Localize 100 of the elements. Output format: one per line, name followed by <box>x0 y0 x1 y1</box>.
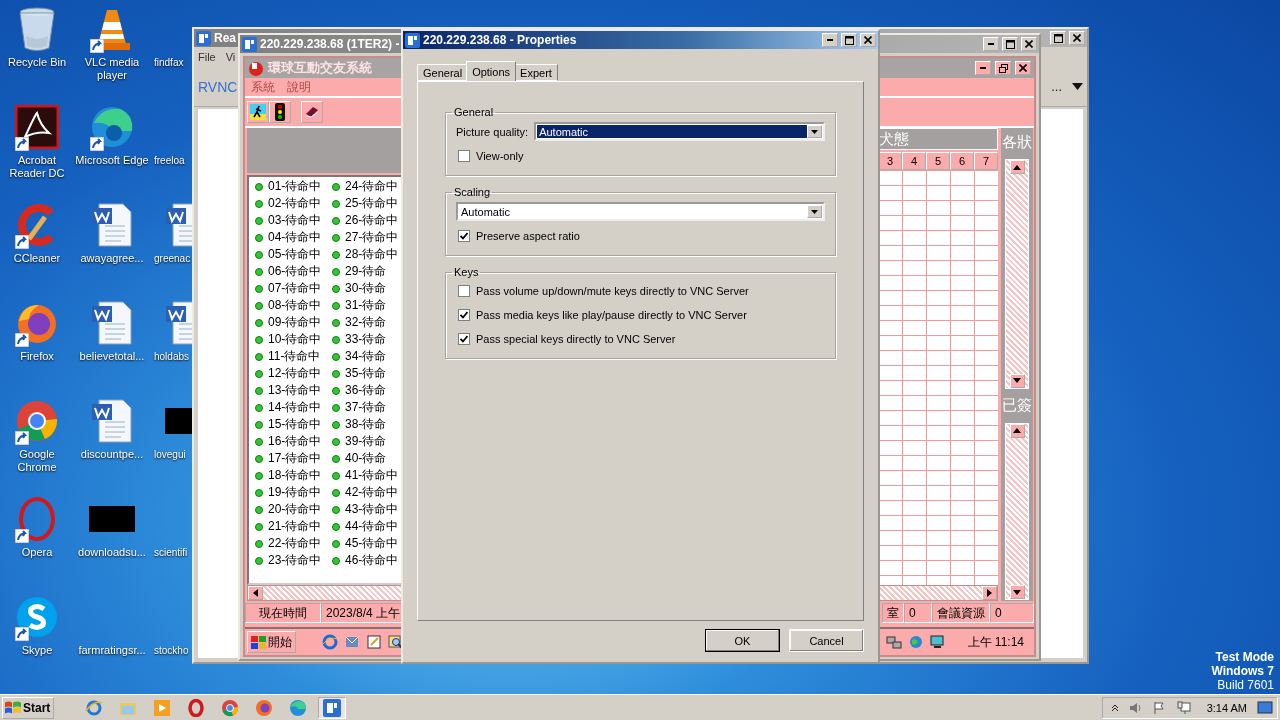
desktop-icon-label[interactable]: CCleaner <box>13 252 61 265</box>
desktop-icon-label[interactable]: Firefox <box>20 350 54 363</box>
scroll-up-button[interactable] <box>1009 160 1025 174</box>
desktop-icon-label[interactable]: lovegui <box>154 448 186 461</box>
scroll-up-button[interactable] <box>1009 423 1025 438</box>
close-button[interactable] <box>1021 37 1037 51</box>
list-item[interactable]: 26-待命中 <box>345 212 399 229</box>
checkbox[interactable] <box>458 309 470 321</box>
list-item[interactable]: 11-待命中 <box>268 348 321 365</box>
vertical-scrollbar[interactable] <box>1005 159 1029 389</box>
list-item[interactable]: 30-待命 <box>345 280 387 297</box>
tab[interactable]: Options <box>466 61 517 81</box>
list-item[interactable]: 44-待命中 <box>345 518 399 535</box>
mail-icon[interactable] <box>344 634 360 650</box>
ok-button[interactable]: OK <box>705 629 780 652</box>
desktop-icon-label[interactable]: Opera <box>21 546 53 559</box>
desktop-icon-label[interactable]: VLC media player <box>75 56 149 82</box>
list-item[interactable]: 18-待命中 <box>268 467 322 484</box>
book-button[interactable] <box>301 101 323 123</box>
list-item[interactable]: 34-待命 <box>345 348 387 365</box>
maximize-button[interactable] <box>1050 31 1066 45</box>
list-item[interactable]: 02-待命中 <box>268 195 322 212</box>
more-button[interactable]: ... <box>1051 79 1062 94</box>
maximize-button[interactable] <box>1002 37 1018 51</box>
checkbox[interactable] <box>458 285 470 297</box>
horizontal-scrollbar[interactable] <box>878 585 998 601</box>
maximize-button[interactable] <box>841 33 857 47</box>
list-item[interactable]: 43-待命中 <box>345 501 399 518</box>
desktop-icon-label[interactable]: awayagree... <box>80 252 144 265</box>
desktop-icon-label[interactable]: holdabs <box>154 350 190 363</box>
list-item[interactable]: 35-待命 <box>345 365 387 382</box>
list-item[interactable]: 17-待命中 <box>268 450 322 467</box>
desktop-icon-label[interactable]: findfax <box>154 56 184 69</box>
scroll-down-button[interactable] <box>1009 585 1025 599</box>
list-item[interactable]: 10-待命中 <box>268 331 322 348</box>
flag-icon[interactable] <box>1153 700 1167 715</box>
chevron-up-icon[interactable] <box>1111 703 1119 712</box>
desktop-icon-label[interactable]: greenac <box>154 252 191 265</box>
list-item[interactable]: 41-待命中 <box>345 467 399 484</box>
list-item[interactable]: 04-待命中 <box>268 229 322 246</box>
list-item[interactable]: 37-待命 <box>345 399 387 416</box>
list-item[interactable]: 27-待命中 <box>345 229 399 246</box>
desktop-icon-label[interactable]: freeloa <box>154 154 185 167</box>
close-button[interactable] <box>860 33 876 47</box>
horizontal-scrollbar[interactable] <box>247 585 403 601</box>
tab[interactable]: Expert <box>514 64 558 81</box>
show-desktop-icon[interactable] <box>1257 700 1273 715</box>
list-item[interactable]: 13-待命中 <box>268 382 322 399</box>
tab[interactable]: General <box>417 64 469 81</box>
menu-item[interactable]: Vi <box>225 51 236 63</box>
list-item[interactable]: 42-待命中 <box>345 484 399 501</box>
close-button[interactable] <box>1069 31 1085 45</box>
desktop-icon-label[interactable]: discountpe... <box>80 448 144 461</box>
list-item[interactable]: 06-待命中 <box>268 263 322 280</box>
list-item[interactable]: 20-待命中 <box>268 501 322 518</box>
desktop-icon-label[interactable]: Acrobat Reader DC <box>0 154 74 180</box>
desktop-icon-label[interactable]: stockho <box>154 644 189 657</box>
network-icon[interactable] <box>885 634 902 650</box>
minimize-button[interactable] <box>983 37 999 51</box>
list-item[interactable]: 15-待命中 <box>268 416 322 433</box>
dropdown[interactable]: Automatic <box>534 122 825 141</box>
dropdown[interactable]: Automatic <box>456 202 825 221</box>
list-item[interactable]: 22-待命中 <box>268 535 322 552</box>
list-item[interactable]: 38-待命 <box>345 416 387 433</box>
minimize-button[interactable] <box>975 61 991 75</box>
notepad-icon[interactable] <box>366 634 382 650</box>
desktop-icon-label[interactable]: believetotal... <box>79 350 145 363</box>
minimize-button[interactable] <box>822 33 838 47</box>
scroll-right-button[interactable] <box>982 586 997 600</box>
checkbox[interactable] <box>458 333 470 345</box>
desktop-icon-label[interactable]: Google Chrome <box>0 448 74 474</box>
list-item[interactable]: 33-待命 <box>345 331 387 348</box>
list-item[interactable]: 28-待命中 <box>345 246 399 263</box>
restore-button[interactable] <box>995 61 1011 75</box>
list-item[interactable]: 21-待命中 <box>268 518 322 535</box>
list-item[interactable]: 03-待命中 <box>268 212 322 229</box>
scroll-down-button[interactable] <box>1009 373 1025 388</box>
list-item[interactable]: 39-待命 <box>345 433 387 450</box>
checkbox[interactable] <box>458 230 470 242</box>
list-item[interactable]: 25-待命中 <box>345 195 399 212</box>
close-button[interactable] <box>1015 61 1031 75</box>
network-icon[interactable] <box>1177 700 1191 715</box>
speaker-icon[interactable] <box>1129 700 1143 715</box>
list-item[interactable]: 40-待命 <box>345 450 387 467</box>
checkbox[interactable] <box>458 150 470 162</box>
vertical-scrollbar[interactable] <box>1005 422 1029 600</box>
list-item[interactable]: 23-待命中 <box>268 552 322 569</box>
list-item[interactable]: 29-待命 <box>345 263 387 280</box>
list-item[interactable]: 09-待命中 <box>268 314 322 331</box>
list-item[interactable]: 08-待命中 <box>268 297 322 314</box>
scroll-left-button[interactable] <box>248 586 263 600</box>
start-button[interactable]: 開始 <box>247 631 296 653</box>
list-item[interactable]: 45-待命中 <box>345 535 399 552</box>
browser-icon[interactable] <box>322 634 338 650</box>
start-button[interactable]: Start <box>2 696 54 719</box>
list-item[interactable]: 46-待命中 <box>345 552 399 569</box>
monitor-icon[interactable] <box>929 634 946 650</box>
desktop-icon-label[interactable]: downloadsu... <box>78 546 146 559</box>
cancel-button[interactable]: Cancel <box>789 629 864 652</box>
desktop-icon-label[interactable]: farmratingsr... <box>78 644 146 657</box>
